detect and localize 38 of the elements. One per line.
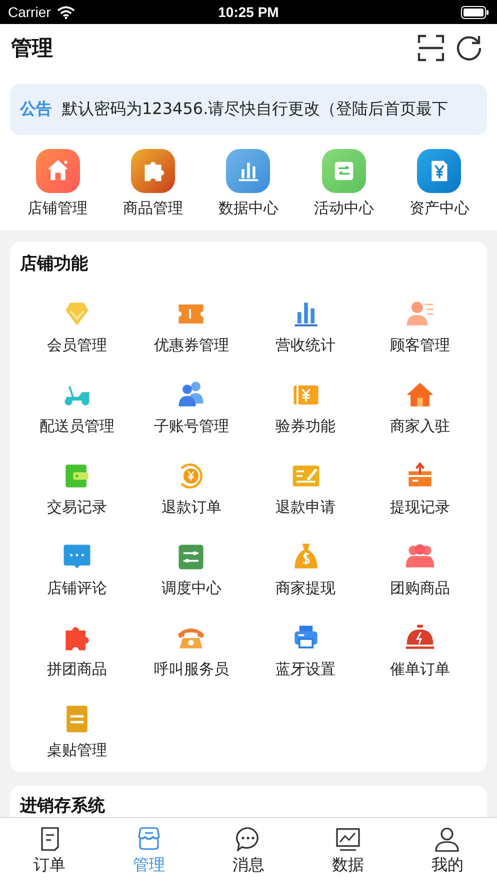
function-label[interactable]: 调度中心 <box>161 579 222 598</box>
section-title: 店铺功能 <box>20 253 89 275</box>
function-label[interactable]: 拼团商品 <box>47 660 108 679</box>
function-label[interactable]: 店铺评论 <box>47 579 108 598</box>
function-label[interactable]: 营收统计 <box>276 336 336 355</box>
notice-label: 公告 <box>20 99 52 120</box>
function-label[interactable]: 商家入驻 <box>390 417 450 436</box>
function-label[interactable]: 顾客管理 <box>390 336 450 355</box>
shortcut-label[interactable]: 商品管理 <box>123 199 184 218</box>
notice-text: 默认密码为123456.请尽快自行更改（登陆后首页最下 <box>62 99 448 120</box>
tab-button[interactable]: 我的 <box>398 818 497 883</box>
function-label[interactable]: 配送员管理 <box>40 417 115 436</box>
function-label[interactable]: 桌贴管理 <box>47 741 108 760</box>
function-label[interactable]: 蓝牙设置 <box>276 660 336 679</box>
tab-button[interactable]: 消息 <box>198 818 298 883</box>
function-label[interactable]: 团购商品 <box>390 579 450 598</box>
shortcut-label[interactable]: 资产中心 <box>409 199 470 218</box>
function-label[interactable]: 验券功能 <box>276 417 336 436</box>
notice-bar[interactable]: 公告 默认密码为123456.请尽快自行更改（登陆后首页最下 <box>10 84 487 135</box>
function-label[interactable]: 呼叫服务员 <box>154 660 229 679</box>
carrier-label: Carrier <box>8 4 51 20</box>
function-label[interactable]: 子账号管理 <box>154 417 229 436</box>
function-label[interactable]: 退款订单 <box>161 498 222 517</box>
function-label[interactable]: 会员管理 <box>47 336 108 355</box>
page-title: 管理 <box>11 35 54 62</box>
function-label[interactable]: 交易记录 <box>47 498 108 517</box>
tab-button[interactable]: 订单 <box>0 818 100 883</box>
shortcut-label[interactable]: 店铺管理 <box>28 199 88 218</box>
section-title: 进销存系统 <box>20 795 106 817</box>
function-label[interactable]: 提现记录 <box>390 498 450 517</box>
function-label[interactable]: 优惠券管理 <box>154 336 229 355</box>
shortcut-label[interactable]: 数据中心 <box>218 199 278 218</box>
clock-time: 10:25 PM <box>217 4 280 20</box>
function-label[interactable]: 催单订单 <box>390 660 450 679</box>
function-label[interactable]: 商家提现 <box>276 579 336 598</box>
tab-button[interactable]: 数据 <box>298 818 398 883</box>
shortcut-label[interactable]: 活动中心 <box>314 199 374 218</box>
function-label[interactable]: 退款申请 <box>276 498 336 517</box>
